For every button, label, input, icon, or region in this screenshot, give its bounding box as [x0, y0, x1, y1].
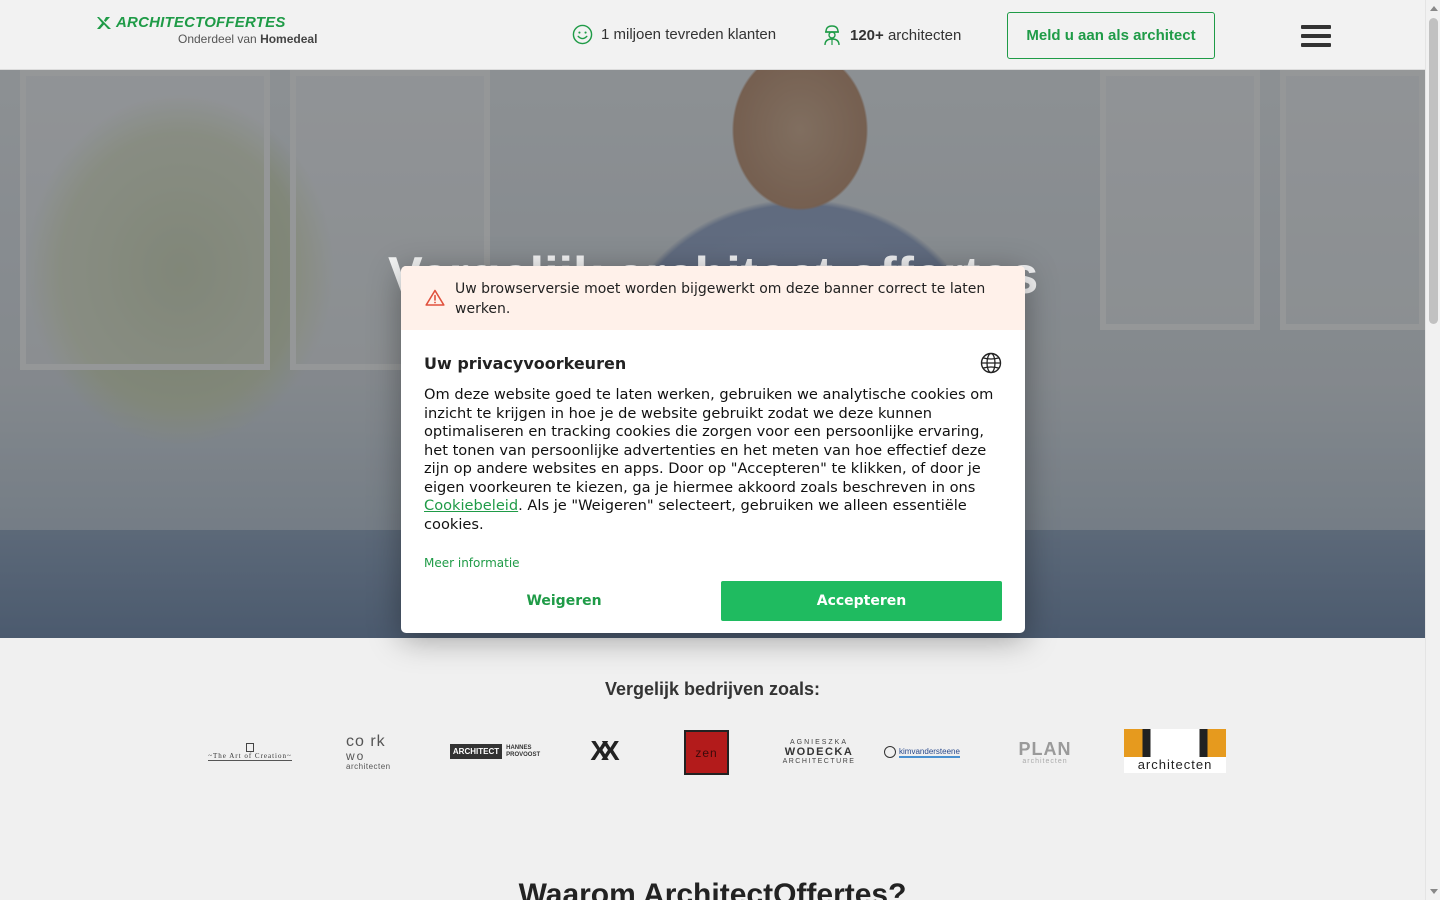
companies-section: Vergelijk bedrijven zoals: ~The Art of C… — [0, 638, 1425, 900]
hamburger-line — [1301, 43, 1331, 47]
consent-title-row: Uw privacyvoorkeuren — [424, 352, 1002, 374]
consent-text-part1: Om deze website goed te laten werken, ge… — [424, 386, 994, 496]
consent-button-row: Weigeren Accepteren — [424, 581, 1002, 621]
logo-text: ARCHITECTOFFERTES — [116, 14, 286, 31]
company-logo-text: wo — [346, 748, 366, 763]
menu-hamburger-icon[interactable] — [1301, 25, 1331, 47]
company-logo-hannes-provoost: ARCHITECT HANNES PROVOOST — [449, 743, 541, 760]
company-logo-text: PLAN — [1018, 738, 1072, 759]
company-logo-text: architecten — [1124, 757, 1226, 773]
site-header: ARCHITECTOFFERTES Onderdeel van Homedeal… — [0, 0, 1425, 70]
consent-title: Uw privacyvoorkeuren — [424, 353, 627, 373]
company-logo-mark — [1124, 729, 1226, 757]
warning-triangle-icon — [425, 289, 445, 306]
company-logo-kimvandersteene: kimvandersteene — [880, 740, 964, 764]
register-architect-button[interactable]: Meld u aan als architect — [1007, 12, 1215, 59]
site-logo[interactable]: ARCHITECTOFFERTES Onderdeel van Homedeal — [96, 14, 317, 46]
company-logo-text: zen — [695, 745, 718, 760]
company-logo-text: WODECKA — [784, 746, 854, 758]
company-logo-text: architecten — [346, 761, 391, 771]
stat-architects: 120+ architecten — [822, 24, 961, 46]
company-logo-text: co rk — [346, 732, 386, 750]
scroll-up-arrow-icon[interactable] — [1430, 6, 1438, 11]
company-logo-zen: zen — [684, 730, 729, 775]
stat-architects-text: architecten — [883, 26, 962, 44]
consent-description: Om deze website goed te laten werken, ge… — [424, 386, 1002, 534]
worker-icon — [824, 25, 840, 46]
company-logo-corkwo: co rk wo architecten — [346, 732, 406, 772]
company-logo-text: ARCHITECT — [449, 744, 503, 759]
scrollbar-thumb[interactable] — [1429, 18, 1438, 324]
company-logo-text: HANNES PROVOOST — [506, 744, 541, 758]
decline-button[interactable]: Weigeren — [424, 581, 704, 621]
company-logo-mark — [884, 746, 897, 758]
language-globe-icon[interactable] — [980, 352, 1002, 374]
logo-wordmark: ARCHITECTOFFERTES — [96, 14, 317, 31]
company-logo-text: AGNIESZKA — [789, 739, 849, 746]
more-info-link[interactable]: Meer informatie — [424, 556, 520, 570]
company-logo-text: ~The Art of Creation~ — [208, 752, 292, 761]
logo-mark-icon — [97, 16, 111, 29]
company-logo-mark — [246, 743, 254, 752]
stat-architects-count: 120+ — [850, 26, 884, 44]
company-logo-plan: PLAN architecten — [1005, 738, 1085, 766]
consent-body: Uw privacyvoorkeuren Om deze website goe… — [401, 330, 1025, 572]
section-title-why: Waarom ArchitectOffertes? — [518, 878, 907, 900]
page-scrollbar[interactable] — [1425, 0, 1440, 900]
browser-warning-text: Uw browserversie moet worden bijgewerkt … — [455, 281, 986, 317]
hamburger-line — [1301, 25, 1331, 29]
company-logo-xx: XX — [584, 732, 619, 770]
company-logo-agnieszka-wodecka: AGNIESZKA WODECKA ARCHITECTURE — [780, 737, 858, 767]
company-logo-art-of-creation: ~The Art of Creation~ — [198, 740, 302, 764]
companies-title: Vergelijk bedrijven zoals: — [604, 679, 821, 699]
accept-button[interactable]: Accepteren — [721, 581, 1002, 621]
company-logo-at-architecten: architecten — [1124, 729, 1226, 773]
company-logo-text: ARCHITECTURE — [782, 758, 856, 765]
company-logo-text: kimvandersteene — [899, 746, 960, 758]
stat-customers: 1 miljoen tevreden klanten — [572, 24, 776, 45]
logo-sub-prefix: Onderdeel van — [178, 32, 261, 46]
cookie-policy-link[interactable]: Cookiebeleid — [424, 497, 518, 514]
hamburger-line — [1301, 34, 1331, 38]
scroll-down-arrow-icon[interactable] — [1430, 889, 1438, 894]
company-logo-text: architecten — [1022, 757, 1068, 765]
logo-subtitle: Onderdeel van Homedeal — [178, 32, 317, 46]
stat-architects-label: 120+ architecten — [850, 27, 961, 44]
cookie-consent-dialog: Uw browserversie moet worden bijgewerkt … — [401, 266, 1025, 633]
logo-sub-brand: Homedeal — [260, 32, 318, 46]
browser-warning-banner: Uw browserversie moet worden bijgewerkt … — [401, 266, 1025, 330]
company-logo-text: XX — [590, 735, 619, 766]
stat-customers-label: 1 miljoen tevreden klanten — [601, 26, 777, 43]
smiley-icon — [572, 24, 593, 45]
